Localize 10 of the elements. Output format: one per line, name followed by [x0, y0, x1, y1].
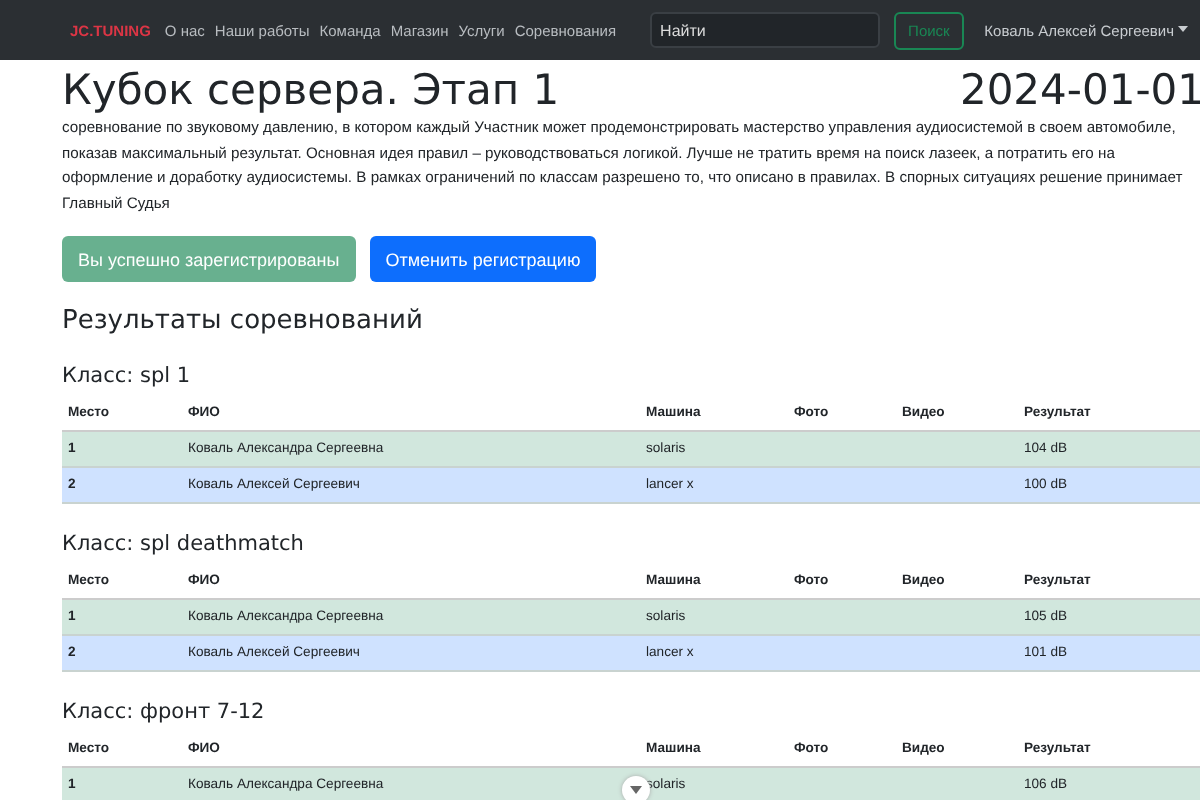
cancel-registration-button[interactable]: Отменить регистрацию [369, 236, 597, 282]
caret-down-icon [630, 786, 642, 794]
class-heading: Класс: spl 1 [62, 364, 191, 388]
class-heading: Класс: фронт 7-12 [62, 700, 265, 724]
event-title: Кубок сервера. Этап 1 [62, 66, 560, 114]
caret-icon [1178, 26, 1188, 34]
results-heading: Результаты соревнований [62, 306, 425, 336]
search-field[interactable]: Найти [650, 12, 881, 48]
class-heading: Класс: spl deathmatch [62, 532, 304, 556]
event-date: 2024-01-01 [959, 66, 1200, 114]
